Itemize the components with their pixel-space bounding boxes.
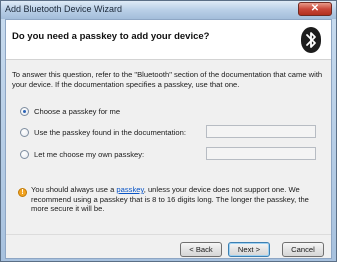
info-text: You should always use a passkey, unless … — [31, 185, 319, 214]
info-text-start: You should always use a — [31, 185, 117, 194]
back-button[interactable]: < Back — [180, 242, 222, 257]
close-icon: ✕ — [310, 3, 320, 14]
button-divider — [6, 234, 331, 235]
wizard-header: Do you need a passkey to add your device… — [6, 20, 331, 60]
instructions-text: To answer this question, refer to the "B… — [12, 70, 323, 89]
radio-choose-for-me[interactable] — [20, 106, 29, 116]
close-button[interactable]: ✕ — [298, 2, 332, 16]
bluetooth-icon — [301, 27, 321, 53]
passkey-link[interactable]: passkey — [116, 185, 143, 194]
option-label: Let me choose my own passkey: — [34, 149, 145, 159]
cancel-button[interactable]: Cancel — [282, 242, 324, 257]
own-passkey-field[interactable] — [206, 147, 316, 160]
wizard-window: Add Bluetooth Device Wizard ✕ Do you nee… — [0, 0, 337, 262]
page-title: Do you need a passkey to add your device… — [12, 31, 210, 42]
option-label: Choose a passkey for me — [34, 106, 121, 116]
title-bar[interactable]: Add Bluetooth Device Wizard ✕ — [1, 1, 336, 19]
wizard-body: Do you need a passkey to add your device… — [5, 19, 332, 259]
option-choose-own[interactable]: Let me choose my own passkey: — [20, 148, 144, 160]
next-button[interactable]: Next > — [228, 242, 270, 257]
option-choose-for-me[interactable]: Choose a passkey for me — [20, 105, 120, 117]
radio-use-documentation[interactable] — [20, 127, 29, 137]
radio-choose-own[interactable] — [20, 149, 29, 159]
info-icon: ! — [18, 188, 27, 197]
option-use-documentation[interactable]: Use the passkey found in the documentati… — [20, 126, 186, 138]
documentation-passkey-field[interactable] — [206, 125, 316, 138]
window-title: Add Bluetooth Device Wizard — [5, 4, 123, 14]
option-label: Use the passkey found in the documentati… — [34, 127, 186, 137]
